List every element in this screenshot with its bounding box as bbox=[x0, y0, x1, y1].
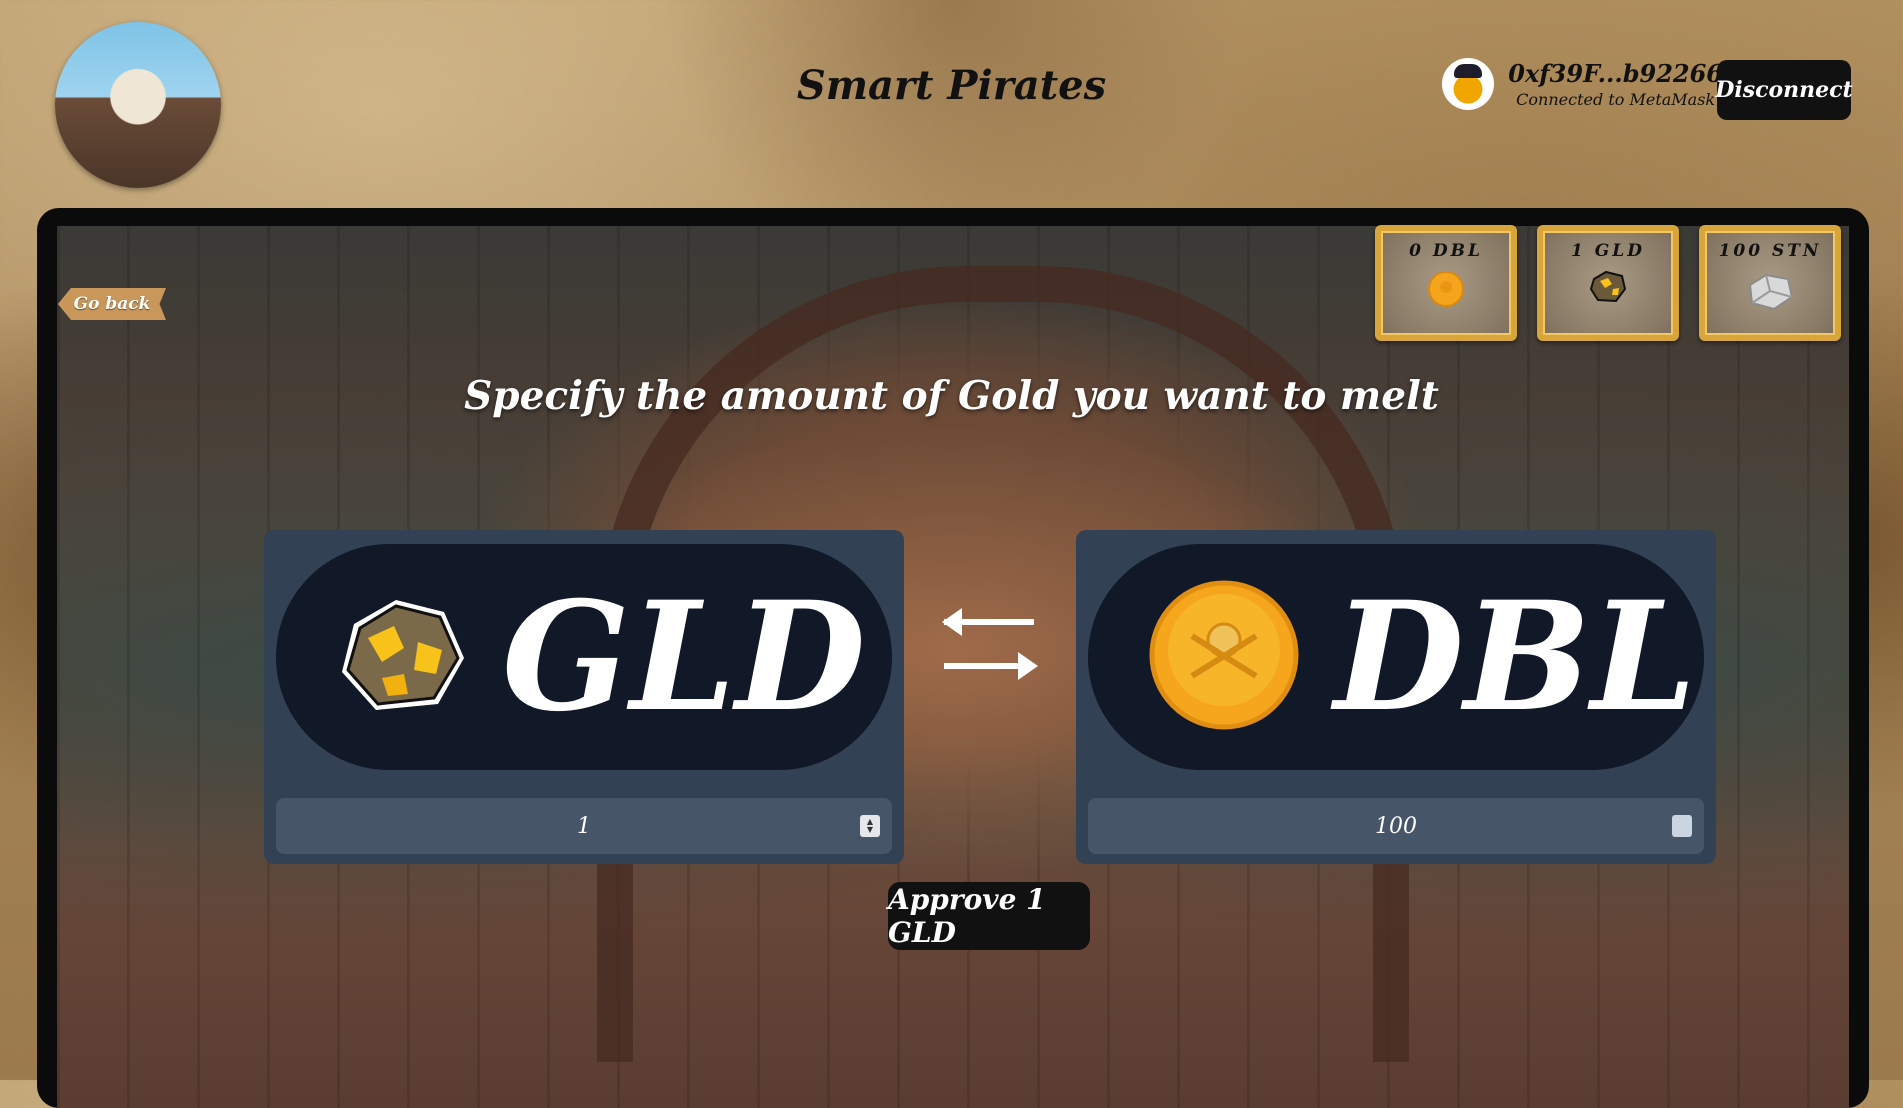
wallet-status: Connected to MetaMask bbox=[1516, 90, 1716, 109]
stepper-down-icon[interactable]: ▼ bbox=[867, 826, 873, 834]
gold-nugget-icon bbox=[332, 592, 472, 722]
balance-dbl: 0 DBL bbox=[1375, 225, 1517, 341]
balance-gld-text: 1 GLD bbox=[1571, 241, 1645, 261]
to-amount-input: 100 bbox=[1088, 798, 1704, 854]
doubloon-coin-icon bbox=[1144, 580, 1304, 734]
disconnect-button[interactable]: Disconnect bbox=[1715, 60, 1853, 120]
balance-gld: 1 GLD bbox=[1537, 225, 1679, 341]
balance-stn: 100 STN bbox=[1699, 225, 1841, 341]
balance-panel: 0 DBL 1 GLD 100 STN bbox=[1375, 225, 1841, 341]
to-token-name: DBL bbox=[1334, 569, 1697, 745]
readonly-indicator bbox=[1672, 815, 1692, 837]
approve-button[interactable]: Approve 1 GLD bbox=[888, 882, 1090, 950]
from-token-pill: GLD bbox=[276, 544, 892, 770]
amount-stepper[interactable]: ▲ ▼ bbox=[860, 815, 880, 837]
from-token-name: GLD bbox=[502, 569, 866, 745]
melt-instructions: Specify the amount of Gold you want to m… bbox=[464, 373, 1439, 419]
swap-arrows-icon bbox=[938, 604, 1040, 688]
to-token-pill: DBL bbox=[1088, 544, 1704, 770]
balance-dbl-text: 0 DBL bbox=[1409, 241, 1483, 261]
wallet-info: 0xf39F...b92266 Connected to MetaMask bbox=[1442, 58, 1723, 110]
balance-stn-text: 100 STN bbox=[1718, 241, 1822, 261]
from-amount-value: 1 bbox=[577, 813, 591, 839]
go-back-button[interactable]: Go back bbox=[58, 288, 166, 320]
from-token-card: GLD 1 ▲ ▼ bbox=[264, 530, 904, 864]
to-token-card: DBL 100 bbox=[1076, 530, 1716, 864]
wallet-address: 0xf39F...b92266 bbox=[1508, 59, 1723, 88]
pirate-avatar-icon bbox=[1442, 58, 1495, 110]
stone-icon bbox=[1744, 269, 1796, 317]
to-amount-value: 100 bbox=[1375, 813, 1417, 839]
from-amount-input[interactable]: 1 ▲ ▼ bbox=[276, 798, 892, 854]
doubloon-coin-icon bbox=[1426, 269, 1466, 313]
gold-nugget-icon bbox=[1588, 269, 1628, 309]
